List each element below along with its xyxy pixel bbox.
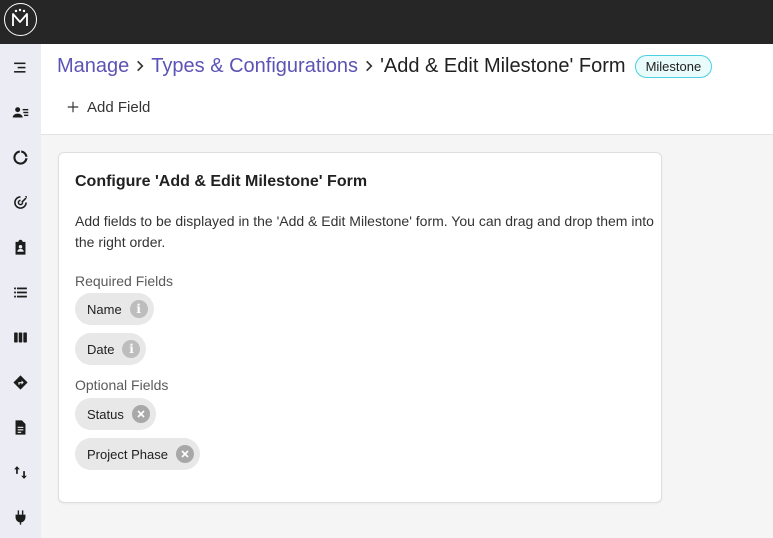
donut-chart-icon[interactable]: [10, 147, 30, 167]
plus-icon: [67, 101, 79, 113]
optional-fields-label: Optional Fields: [75, 377, 169, 393]
field-chip-name[interactable]: Name i: [75, 293, 154, 325]
required-fields-label: Required Fields: [75, 273, 174, 289]
top-bar: [0, 0, 773, 44]
chip-label: Project Phase: [87, 446, 168, 462]
remove-icon[interactable]: [175, 445, 194, 463]
page-title: 'Add & Edit Milestone' Form: [380, 54, 626, 77]
people-list-icon[interactable]: [10, 102, 30, 122]
plug-icon[interactable]: [10, 507, 30, 527]
chip-label: Name: [87, 301, 122, 317]
info-icon[interactable]: i: [129, 300, 148, 318]
field-chip-date[interactable]: Date i: [75, 333, 147, 365]
card-description: Add fields to be displayed in the 'Add &…: [75, 213, 654, 250]
chip-label: Status: [87, 406, 124, 422]
document-icon[interactable]: [10, 417, 30, 437]
add-field-label: Add Field: [87, 98, 151, 116]
target-icon[interactable]: [10, 192, 30, 212]
info-icon[interactable]: i: [122, 340, 141, 358]
roadmap-icon[interactable]: [10, 372, 30, 392]
breadcrumb-manage[interactable]: Manage: [57, 55, 129, 78]
swap-vertical-icon[interactable]: [10, 462, 30, 482]
chevron-right-icon: [358, 59, 380, 73]
field-chip-status[interactable]: Status: [75, 398, 156, 430]
form-config-card: Configure 'Add & Edit Milestone' Form Ad…: [58, 152, 662, 503]
type-badge: Milestone: [634, 54, 713, 78]
sidebar: [0, 44, 41, 538]
breadcrumb: Manage Types & Configurations 'Add & Edi…: [57, 54, 713, 78]
clipboard-person-icon[interactable]: [10, 237, 30, 257]
menu-collapse-icon[interactable]: [10, 57, 30, 77]
add-field-button[interactable]: Add Field: [66, 97, 150, 117]
app-logo-icon[interactable]: [4, 3, 37, 36]
remove-icon[interactable]: [131, 405, 150, 423]
chevron-right-icon: [129, 59, 151, 73]
breadcrumb-types-configurations[interactable]: Types & Configurations: [151, 55, 358, 78]
card-title: Configure 'Add & Edit Milestone' Form: [75, 173, 368, 190]
list-icon[interactable]: [10, 282, 30, 302]
field-chip-project-phase[interactable]: Project Phase: [75, 438, 200, 470]
page-header: Manage Types & Configurations 'Add & Edi…: [41, 44, 773, 135]
chip-label: Date: [87, 341, 115, 357]
columns-icon[interactable]: [10, 327, 30, 347]
